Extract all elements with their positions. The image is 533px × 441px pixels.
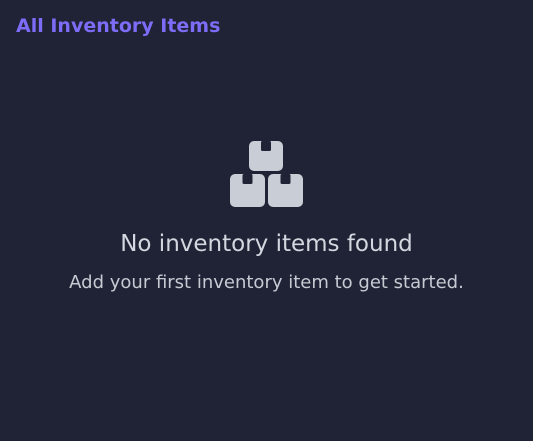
boxes-icon [229, 141, 303, 207]
empty-state-message: Add your first inventory item to get sta… [69, 272, 464, 293]
page-title: All Inventory Items [16, 15, 221, 37]
empty-state: No inventory items found Add your first … [0, 141, 533, 295]
inventory-panel: All Inventory Items No inventory items f… [0, 0, 533, 441]
empty-state-heading: No inventory items found [120, 231, 413, 257]
